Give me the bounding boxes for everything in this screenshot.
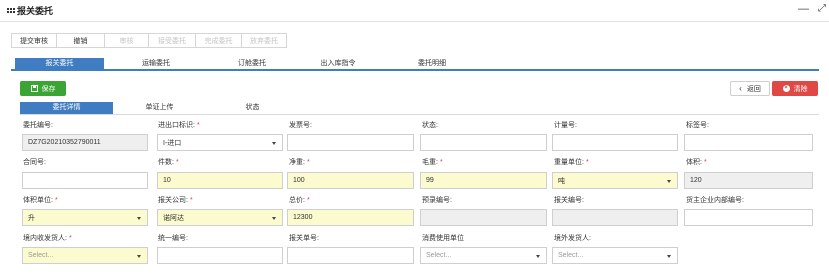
customs-company-select[interactable]: 诺阿达 <box>157 209 283 226</box>
consumer-unit-select[interactable]: Select... <box>420 247 547 264</box>
entrust-no-label: 委托编号: <box>23 122 53 129</box>
weight-unit-label: 重量单位: * <box>554 159 589 166</box>
owner-internal-no-label: 货主企业内部编号: <box>686 197 744 204</box>
window-title: 报关委托 <box>17 6 54 16</box>
pieces-field[interactable]: 10 <box>157 172 283 189</box>
import-export-select[interactable]: I-进口 <box>157 134 283 151</box>
domestic-consignee-select[interactable]: Select... <box>22 247 148 264</box>
back-button[interactable]: ‹ 返回 <box>730 81 770 96</box>
dropdown-caret-icon <box>667 255 671 258</box>
invoice-no-label: 发票号: <box>289 122 312 129</box>
contract-no-field[interactable] <box>22 172 148 189</box>
revoke-button[interactable]: 撤销 <box>56 33 105 48</box>
overseas-shipper-select[interactable]: Select... <box>552 247 678 264</box>
sub-tab-bar: 委托详情 单证上传 状态 <box>20 102 819 115</box>
save-icon <box>30 85 38 92</box>
owner-internal-no-field[interactable] <box>684 209 813 226</box>
unified-no-label: 统一编号: <box>158 235 188 242</box>
minimize-icon[interactable]: — <box>798 3 809 15</box>
dropdown-caret-icon <box>272 217 276 220</box>
expand-icon[interactable]: ⤢ <box>818 3 826 14</box>
tab-status[interactable]: 状态 <box>206 102 299 114</box>
invoice-no-field[interactable] <box>287 134 414 151</box>
audit-button[interactable]: 审核 <box>104 33 149 48</box>
clear-button[interactable]: × 清除 <box>772 81 818 96</box>
tab-warehouse-instruction[interactable]: 出入库指令 <box>293 58 383 69</box>
submit-review-button[interactable]: 提交审核 <box>11 33 57 48</box>
entrust-no-field[interactable]: DZ7G20210352790011 <box>22 134 148 151</box>
dropdown-caret-icon <box>137 255 141 258</box>
abandon-entrust-button[interactable]: 放弃委托 <box>241 33 287 48</box>
customs-company-label: 报关公司: * <box>158 197 193 204</box>
overseas-shipper-label: 境外发货人: <box>554 235 591 242</box>
tab-booking-entrust[interactable]: 订舱委托 <box>207 58 297 69</box>
gross-weight-label: 毛重: * <box>422 159 443 166</box>
net-weight-label: 净重: * <box>289 159 310 166</box>
pre-entry-no-label: 预录编号: <box>422 197 452 204</box>
declaration-no-label: 报关单号: <box>289 235 319 242</box>
customs-no-field[interactable] <box>552 209 678 226</box>
accept-entrust-button[interactable]: 接受委托 <box>148 33 196 48</box>
net-weight-field[interactable]: 100 <box>287 172 414 189</box>
clear-icon: × <box>782 85 790 92</box>
volume-label: 体积: * <box>686 159 707 166</box>
dropdown-caret-icon <box>536 255 540 258</box>
total-price-field[interactable]: 12300 <box>287 209 414 226</box>
import-export-label: 进出口标识: * <box>158 122 200 129</box>
grid-icon <box>7 7 15 14</box>
total-price-label: 总价: * <box>289 197 310 204</box>
dropdown-caret-icon <box>667 180 671 183</box>
dropdown-caret-icon <box>137 217 141 220</box>
volume-unit-select[interactable]: 升 <box>22 209 148 226</box>
main-tab-bar: 报关委托 运输委托 订舱委托 出入库指令 委托明细 <box>11 58 819 71</box>
back-label: 返回 <box>746 85 761 93</box>
tab-customs-entrust[interactable]: 报关委托 <box>15 58 104 69</box>
save-button[interactable]: 保存 <box>20 81 66 96</box>
chevron-left-icon: ‹ <box>739 84 742 93</box>
pieces-label: 件数: * <box>158 159 179 166</box>
measure-no-field[interactable] <box>552 134 678 151</box>
tab-transport-entrust[interactable]: 运输委托 <box>111 58 201 69</box>
gross-weight-field[interactable]: 99 <box>420 172 547 189</box>
unified-no-field[interactable] <box>157 247 283 264</box>
tag-no-field[interactable] <box>684 134 813 151</box>
action-toolbar: 提交审核 撤销 审核 接受委托 完成委托 放弃委托 <box>11 33 287 48</box>
volume-unit-label: 体积单位: * <box>23 197 58 204</box>
clear-label: 清除 <box>793 85 808 93</box>
tab-entrust-detail[interactable]: 委托明细 <box>387 58 477 69</box>
tag-no-label: 标签号: <box>686 122 709 129</box>
measure-no-label: 计量号: <box>554 122 577 129</box>
tab-entrust-details[interactable]: 委托详情 <box>20 102 113 114</box>
consumer-unit-label: 消费使用单位 <box>422 235 464 242</box>
contract-no-label: 合同号: <box>23 159 46 166</box>
dropdown-caret-icon <box>272 142 276 145</box>
save-label: 保存 <box>41 85 56 93</box>
weight-unit-select[interactable]: 吨 <box>552 172 678 189</box>
window-titlebar: 报关委托 — ⤢ <box>0 0 829 22</box>
status-label: 状态: <box>422 122 438 129</box>
tab-document-upload[interactable]: 单证上传 <box>113 102 206 114</box>
volume-field[interactable]: 120 <box>684 172 813 189</box>
declaration-no-field[interactable] <box>287 247 414 264</box>
complete-entrust-button[interactable]: 完成委托 <box>195 33 242 48</box>
pre-entry-no-field[interactable] <box>420 209 547 226</box>
domestic-consignee-label: 境内收发货人: * <box>23 235 72 242</box>
status-field[interactable] <box>420 134 547 151</box>
customs-no-label: 报关编号: <box>554 197 584 204</box>
